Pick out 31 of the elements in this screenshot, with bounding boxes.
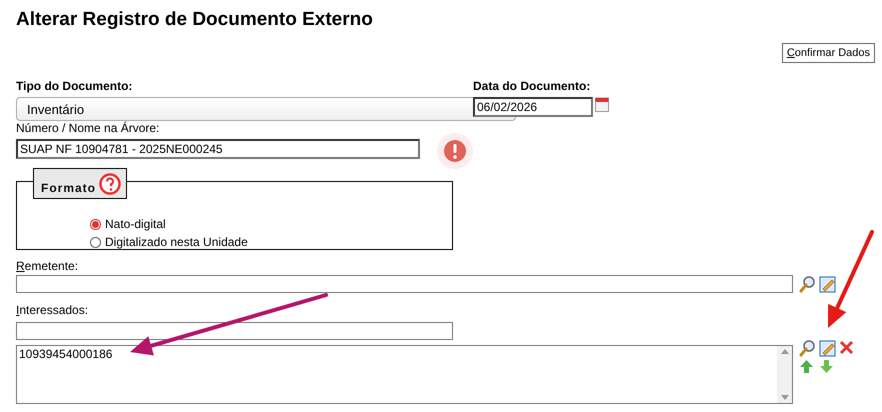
radio-label: Nato-digital	[105, 217, 166, 231]
sender-field[interactable]	[16, 275, 793, 293]
delete-icon[interactable]	[839, 340, 854, 355]
radio-button[interactable]	[90, 236, 101, 248]
legend-text: Formato	[41, 180, 96, 194]
tree-name-field[interactable]: SUAP NF 10904781 - 2025NE000245	[16, 139, 420, 159]
search-icon[interactable]	[799, 340, 816, 357]
radio-label: Digitalizado nesta Unidade	[105, 235, 248, 249]
field-label: Data do Documento:	[473, 80, 590, 93]
calendar-icon[interactable]	[595, 97, 609, 112]
interested-list[interactable]: 10939454000186	[16, 345, 793, 404]
list-item[interactable]: 10939454000186	[17, 346, 114, 362]
field-label: Remetente:	[16, 260, 80, 273]
edit-icon[interactable]	[819, 276, 836, 292]
scroll-up-icon[interactable]	[780, 349, 788, 354]
warning-icon[interactable]	[437, 133, 473, 169]
move-up-icon[interactable]	[799, 359, 814, 374]
field-label: Tipo do Documento:	[16, 80, 132, 93]
field-label: Número / Nome na Árvore:	[16, 121, 160, 135]
interested-field[interactable]	[16, 322, 453, 340]
page-title: Alterar Registro de Documento Externo	[16, 8, 374, 32]
date-field[interactable]: 06/02/2026	[473, 97, 593, 117]
radio-button[interactable]	[90, 218, 101, 230]
move-down-icon[interactable]	[819, 359, 834, 374]
scroll-down-icon[interactable]	[780, 395, 788, 400]
help-icon[interactable]	[99, 172, 121, 194]
scrollbar[interactable]	[777, 346, 792, 403]
field-label: Interessados:	[16, 304, 90, 317]
search-icon[interactable]	[799, 276, 816, 292]
edit-icon[interactable]	[819, 340, 836, 357]
confirm-button[interactable]: Confirmar Dados	[782, 43, 875, 63]
